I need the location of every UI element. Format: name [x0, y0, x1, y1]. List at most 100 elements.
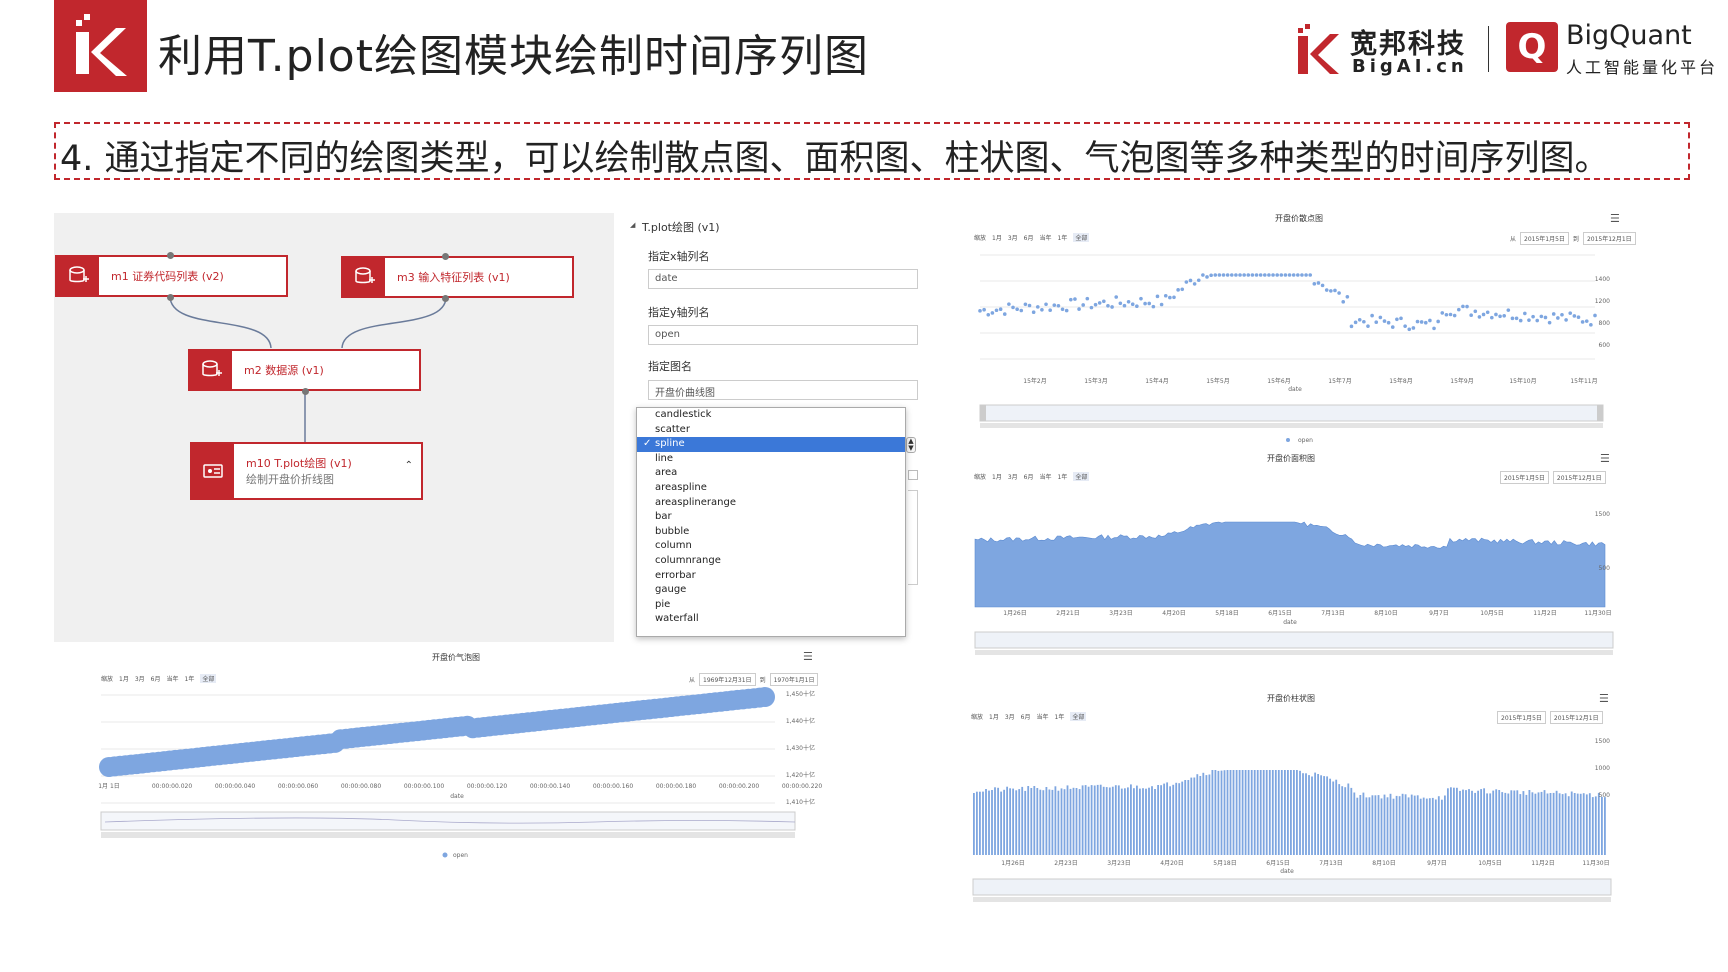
scatter-point [1411, 326, 1416, 330]
node-m1[interactable]: m1 证券代码列表 (v2) [55, 255, 288, 297]
chart-type-option-bubble[interactable]: bubble [637, 525, 905, 540]
zoom-button[interactable]: 3月 [1008, 233, 1018, 242]
scatter-point [1518, 318, 1523, 323]
node-m3-input-port[interactable] [442, 253, 449, 260]
column-bar [1468, 789, 1470, 855]
column-bar [1428, 798, 1431, 855]
zoom-button[interactable]: 全部 [1073, 472, 1090, 481]
column-zoom-buttons[interactable]: 缩放 1月 3月 6月 当年 1年 全部 [971, 712, 1087, 721]
y-tick-label: 1500 [1595, 511, 1610, 518]
zoom-button[interactable]: 6月 [1021, 712, 1031, 721]
zoom-button[interactable]: 当年 [1040, 233, 1052, 242]
zoom-button[interactable]: 当年 [1037, 712, 1049, 721]
chart-type-option-area[interactable]: area [637, 466, 905, 481]
zoom-button[interactable]: 当年 [1040, 472, 1052, 481]
chart-name-label: 指定图名 [648, 360, 692, 373]
hamburger-menu-icon[interactable]: ☰ [1599, 692, 1609, 705]
zoom-button[interactable]: 1月 [119, 674, 129, 683]
chart-type-option-spline[interactable]: ✓ spline [637, 437, 905, 452]
bubble-zoom-buttons[interactable]: 缩放 1月 3月 6月 当年 1年 全部 [101, 674, 217, 683]
chart-type-option-waterfall[interactable]: waterfall [637, 612, 905, 627]
scatter-point [1110, 305, 1114, 309]
column-bar [1489, 793, 1492, 855]
collapse-triangle-icon[interactable]: ◢ [630, 221, 635, 229]
column-bar [1090, 785, 1093, 855]
scatter-point [1097, 301, 1102, 305]
column-bar [1404, 794, 1407, 855]
zoom-button[interactable]: 1年 [1058, 233, 1068, 242]
zoom-button[interactable]: 1月 [989, 712, 999, 721]
column-bar [1519, 794, 1522, 855]
chart-type-option-areaspline[interactable]: areaspline [637, 481, 905, 496]
zoom-button[interactable]: 1年 [185, 674, 195, 683]
scatter-point [1560, 313, 1564, 317]
scatter-point [1576, 315, 1581, 320]
node-m3-output-port[interactable] [442, 295, 449, 302]
chart-type-option-line[interactable]: line [637, 452, 905, 467]
zoom-button[interactable]: 全部 [1070, 712, 1087, 721]
node-m1-output-port[interactable] [167, 294, 174, 301]
chart-type-option-gauge[interactable]: gauge [637, 583, 905, 598]
hamburger-menu-icon[interactable]: ☰ [803, 650, 813, 663]
chart-type-option-column[interactable]: column [637, 539, 905, 554]
select-stepper-icon[interactable]: ▲ ▼ [906, 437, 916, 453]
hamburger-menu-icon[interactable]: ☰ [1610, 212, 1620, 225]
chart-type-option-scatter[interactable]: scatter [637, 423, 905, 438]
scatter-point [1151, 304, 1156, 309]
scatter-point [1382, 319, 1387, 323]
chart-type-option-bar[interactable]: bar [637, 510, 905, 525]
scatter-point [1073, 297, 1077, 301]
column-bar [1009, 788, 1012, 855]
chart-type-option-columnrange[interactable]: columnrange [637, 554, 905, 569]
scatter-zoom-buttons[interactable]: 缩放 1月 3月 6月 当年 1年 全部 [974, 233, 1090, 242]
chart-type-option-pie[interactable]: pie [637, 598, 905, 613]
node-m3[interactable]: m3 输入特征列表 (v1) [341, 256, 574, 298]
from-date-input[interactable]: 2015年1月5日 [1520, 232, 1569, 245]
zoom-button[interactable]: 当年 [167, 674, 179, 683]
to-date-input[interactable]: 2015年12月1日 [1582, 232, 1636, 245]
area-zoom-buttons[interactable]: 缩放 1月 3月 6月 当年 1年 全部 [974, 472, 1090, 481]
x-tick-label: 15年5月 [1206, 377, 1229, 385]
column-bar [1250, 770, 1253, 855]
zoom-button[interactable]: 1年 [1055, 712, 1065, 721]
column-bar [1459, 790, 1461, 855]
zoom-button[interactable]: 全部 [1073, 233, 1090, 242]
zoom-button[interactable]: 1月 [992, 472, 1002, 481]
x-column-input[interactable]: date [648, 269, 918, 289]
column-bar [1027, 786, 1030, 855]
scatter-point [1589, 323, 1593, 327]
zoom-button[interactable]: 6月 [1024, 233, 1034, 242]
column-bar [1054, 786, 1057, 855]
column-bar [1604, 797, 1606, 855]
zoom-button[interactable]: 6月 [151, 674, 161, 683]
node-m2[interactable]: m2 数据源 (v1) [188, 349, 421, 391]
chart-type-dropdown[interactable]: candlestick scatter ✓ spline line area areaspl… [636, 407, 906, 637]
y-column-input[interactable]: open [648, 325, 918, 345]
zoom-button[interactable]: 1年 [1058, 472, 1068, 481]
scatter-range-selector[interactable]: 从 2015年1月5日 到 2015年12月1日 [1510, 232, 1636, 245]
chart-type-option-areasplinerange[interactable]: areasplinerange [637, 496, 905, 511]
zoom-button[interactable]: 3月 [1008, 472, 1018, 481]
area-chart: 开盘价面积图 ☰ 缩放 1月 3月 6月 当年 1年 全部 2015年1月5日 2015年1… [970, 452, 1615, 672]
column-bar [1555, 790, 1558, 855]
zoom-button[interactable]: 6月 [1024, 472, 1034, 481]
chart-type-option-errorbar[interactable]: errorbar [637, 569, 905, 584]
workflow-canvas[interactable]: m1 证券代码列表 (v2) m3 输入特征列表 (v1) m2 数据源 (v1… [54, 213, 614, 642]
x-tick-label: 8月10日 [1374, 610, 1397, 617]
node-m3-label: m3 输入特征列表 (v1) [397, 271, 510, 284]
column-bar [1419, 798, 1422, 855]
x-tick-label: 8月10日 [1372, 860, 1395, 867]
node-m1-input-port[interactable] [167, 252, 174, 259]
chart-type-option-label: scatter [655, 423, 690, 435]
chart-name-input[interactable]: 开盘价曲线图 [648, 380, 918, 400]
zoom-button[interactable]: 1月 [992, 233, 1002, 242]
chevron-up-icon[interactable]: ⌃ [405, 460, 413, 471]
node-m2-output-port[interactable] [302, 388, 309, 395]
zoom-button[interactable]: 3月 [135, 674, 145, 683]
from-label: 从 [689, 677, 696, 684]
zoom-button[interactable]: 3月 [1005, 712, 1015, 721]
hamburger-menu-icon[interactable]: ☰ [1600, 452, 1610, 465]
zoom-button[interactable]: 全部 [200, 674, 217, 683]
chart-type-option-candlestick[interactable]: candlestick [637, 408, 905, 423]
node-m10[interactable]: m10 T.plot绘图 (v1) 绘制开盘价折线图 ⌃ [190, 442, 423, 500]
